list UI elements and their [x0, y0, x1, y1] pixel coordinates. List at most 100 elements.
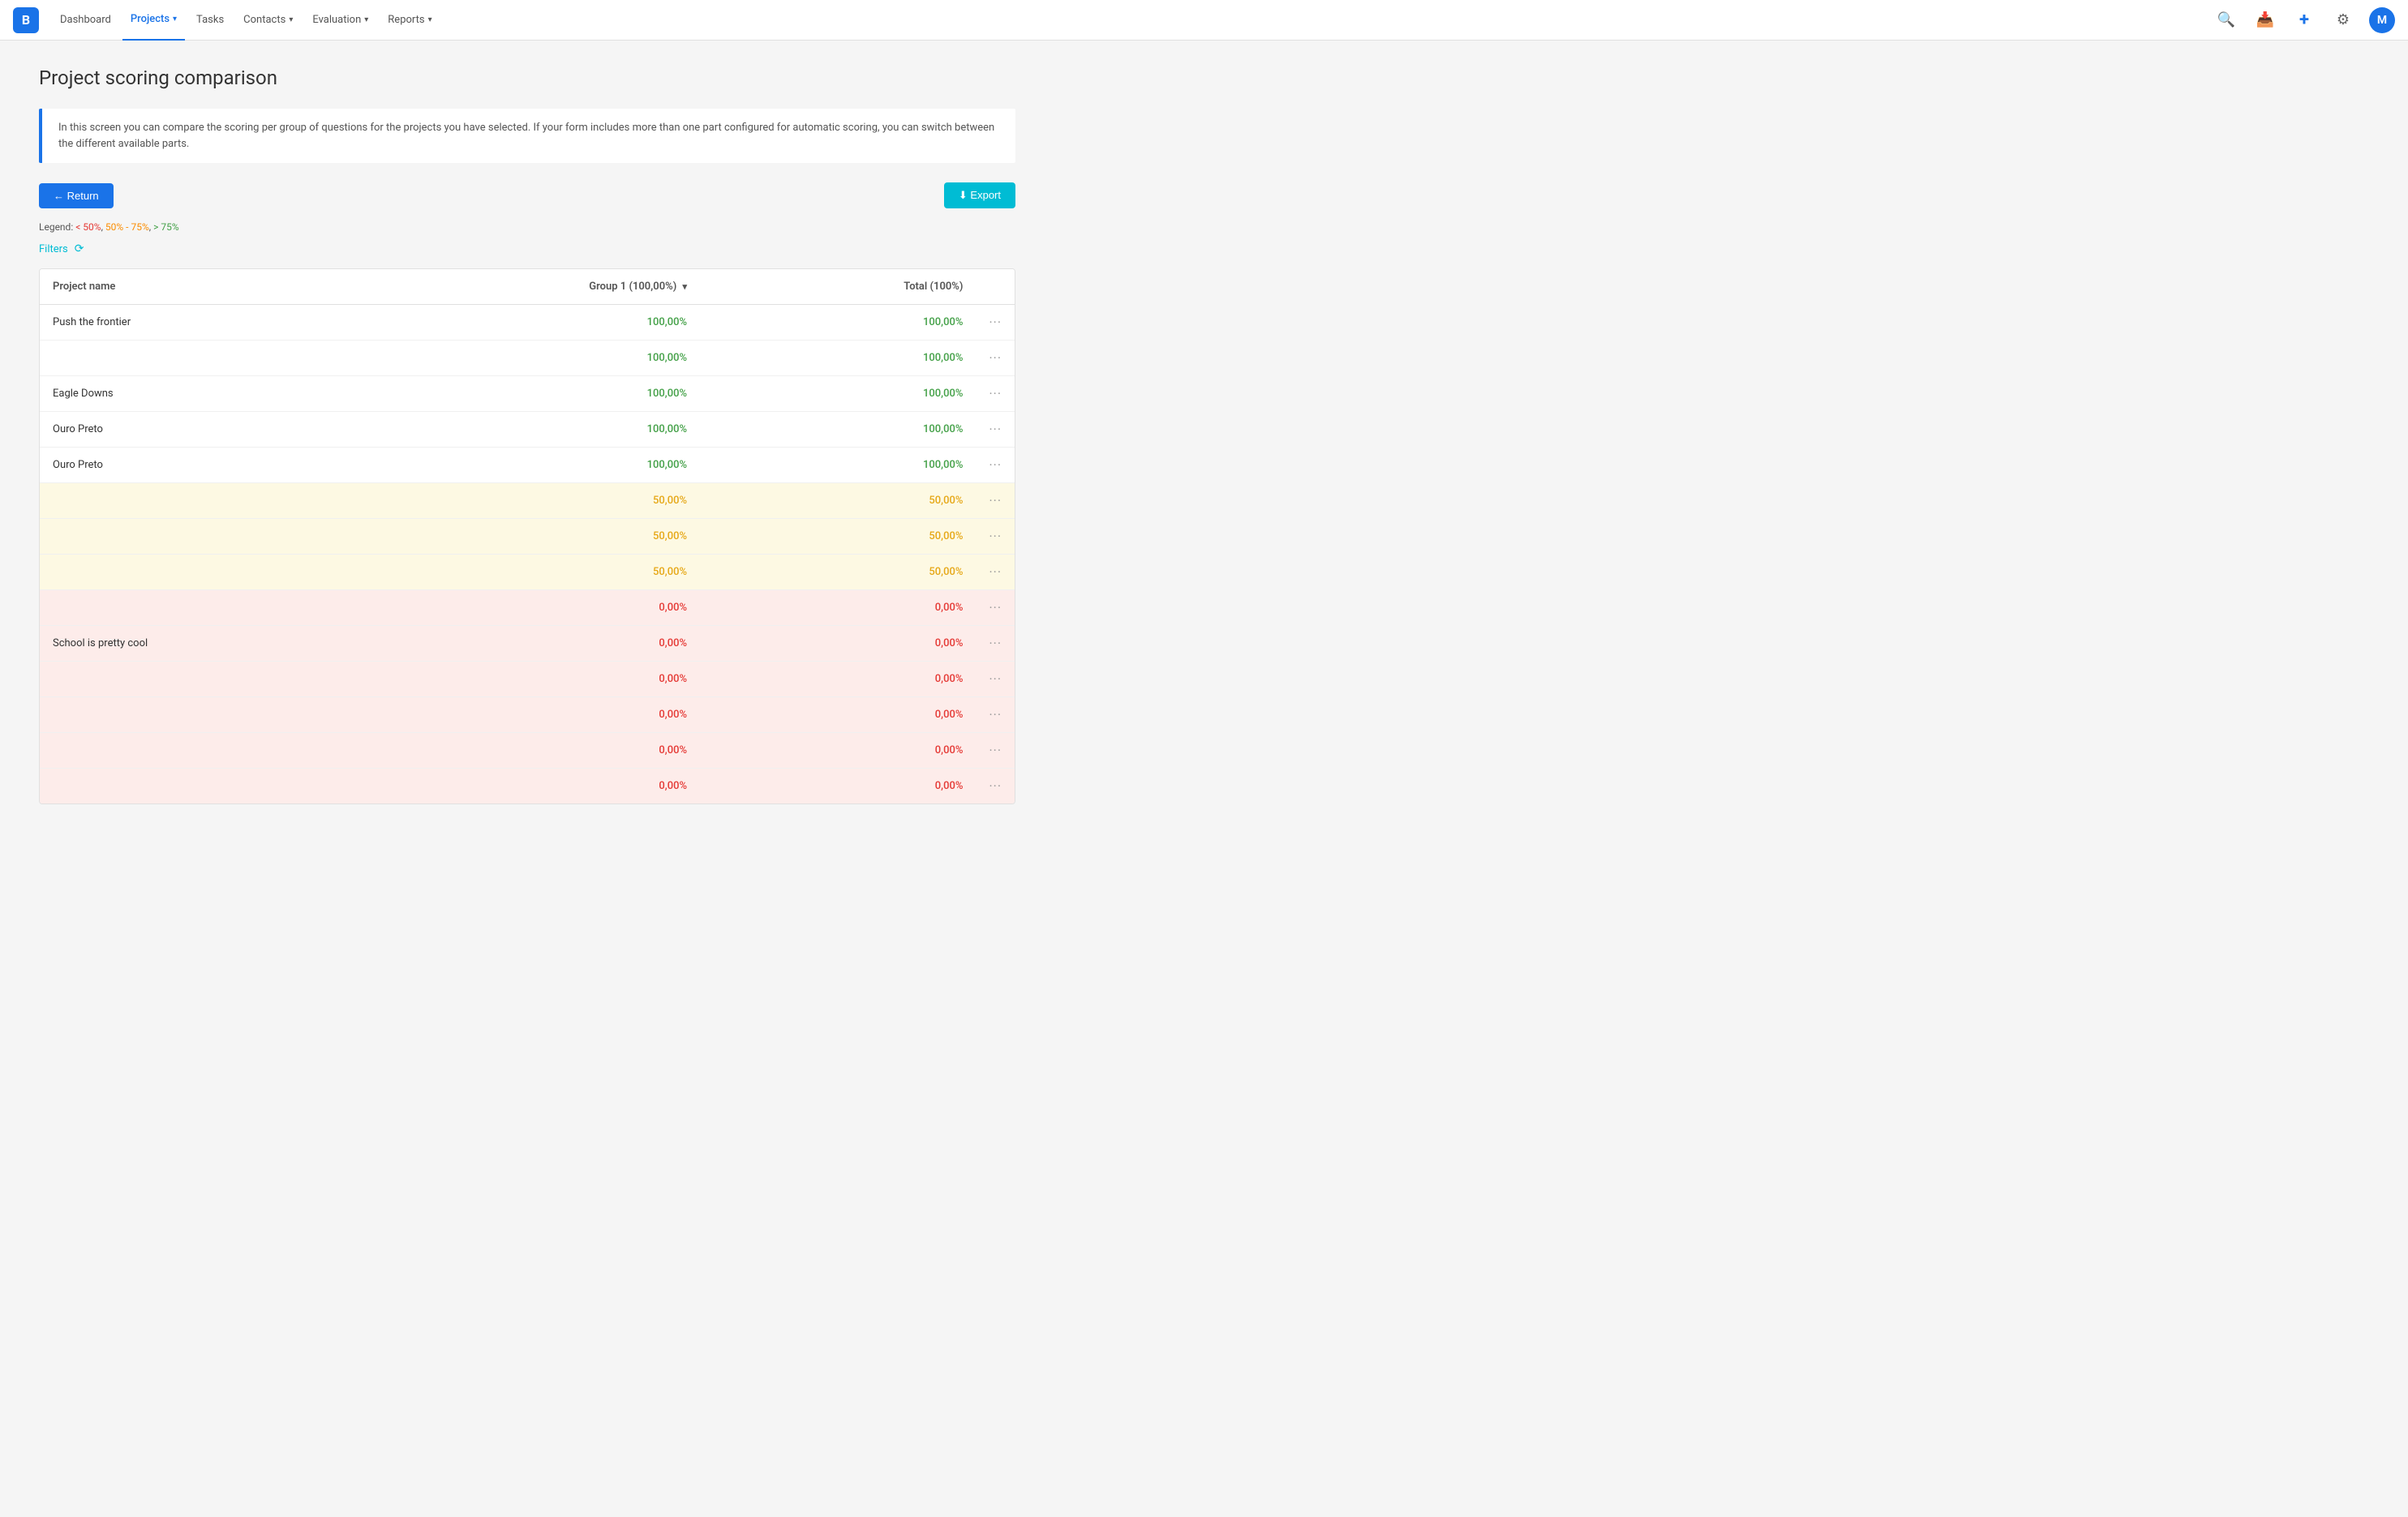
legend: Legend: < 50%, 50% - 75%, > 75% — [39, 221, 1015, 233]
table-row: Eagle Downs 100,00% 100,00% ··· — [40, 376, 1015, 412]
row-total-score: 100,00% — [700, 305, 976, 341]
row-total-score: 0,00% — [700, 662, 976, 697]
scores-table: Project name Group 1 (100,00%) ▾ Total (… — [40, 269, 1015, 803]
row-total-score: 0,00% — [700, 733, 976, 769]
return-button[interactable]: ← Return — [39, 183, 114, 208]
row-name — [40, 483, 299, 519]
table-row: 100,00% 100,00% ··· — [40, 341, 1015, 376]
nav-tasks[interactable]: Tasks — [188, 0, 232, 41]
row-actions-menu[interactable]: ··· — [976, 448, 1015, 483]
reports-dropdown-arrow: ▾ — [428, 15, 432, 24]
row-name: Ouro Preto — [40, 412, 299, 448]
col-header-group[interactable]: Group 1 (100,00%) ▾ — [299, 269, 700, 305]
row-total-score: 0,00% — [700, 697, 976, 733]
row-actions-menu[interactable]: ··· — [976, 376, 1015, 412]
table-header-row: Project name Group 1 (100,00%) ▾ Total (… — [40, 269, 1015, 305]
row-total-score: 50,00% — [700, 519, 976, 555]
app-logo[interactable]: B — [13, 7, 39, 33]
add-icon[interactable]: + — [2291, 7, 2317, 33]
row-total-score: 0,00% — [700, 590, 976, 626]
row-total-score: 100,00% — [700, 376, 976, 412]
row-group-score: 50,00% — [299, 519, 700, 555]
row-name — [40, 341, 299, 376]
legend-low: < 50% — [75, 221, 101, 233]
nav-icons: 🔍 📥 + ⚙ M — [2213, 7, 2395, 33]
table-row: School is pretty cool 0,00% 0,00% ··· — [40, 626, 1015, 662]
export-button[interactable]: ⬇ Export — [944, 182, 1015, 208]
row-actions-menu[interactable]: ··· — [976, 341, 1015, 376]
row-name — [40, 555, 299, 590]
col-group-sort-arrow: ▾ — [683, 281, 688, 292]
row-actions-menu[interactable]: ··· — [976, 305, 1015, 341]
projects-dropdown-arrow: ▾ — [173, 15, 177, 24]
row-actions-menu[interactable]: ··· — [976, 555, 1015, 590]
row-name — [40, 733, 299, 769]
contacts-dropdown-arrow: ▾ — [289, 15, 293, 24]
nav-reports[interactable]: Reports ▾ — [380, 0, 440, 41]
nav-dashboard[interactable]: Dashboard — [52, 0, 119, 41]
table-row: 0,00% 0,00% ··· — [40, 590, 1015, 626]
table-row: 0,00% 0,00% ··· — [40, 733, 1015, 769]
page-title: Project scoring comparison — [39, 66, 1015, 89]
row-group-score: 0,00% — [299, 626, 700, 662]
row-total-score: 0,00% — [700, 626, 976, 662]
row-group-score: 0,00% — [299, 590, 700, 626]
nav-contacts[interactable]: Contacts ▾ — [235, 0, 301, 41]
row-actions-menu[interactable]: ··· — [976, 697, 1015, 733]
row-total-score: 50,00% — [700, 483, 976, 519]
row-total-score: 100,00% — [700, 341, 976, 376]
row-name — [40, 519, 299, 555]
settings-icon[interactable]: ⚙ — [2330, 7, 2356, 33]
filters-refresh-icon[interactable]: ⟳ — [75, 242, 84, 255]
row-group-score: 100,00% — [299, 412, 700, 448]
evaluation-dropdown-arrow: ▾ — [364, 15, 368, 24]
row-name — [40, 590, 299, 626]
col-header-name: Project name — [40, 269, 299, 305]
table-row: Push the frontier 100,00% 100,00% ··· — [40, 305, 1015, 341]
filters-row: Filters ⟳ — [39, 242, 1015, 255]
nav-projects[interactable]: Projects ▾ — [122, 0, 185, 41]
row-total-score: 50,00% — [700, 555, 976, 590]
row-name — [40, 697, 299, 733]
row-actions-menu[interactable]: ··· — [976, 590, 1015, 626]
row-name: Eagle Downs — [40, 376, 299, 412]
row-group-score: 0,00% — [299, 697, 700, 733]
search-icon[interactable]: 🔍 — [2213, 7, 2239, 33]
avatar[interactable]: M — [2369, 7, 2395, 33]
table-row: 50,00% 50,00% ··· — [40, 555, 1015, 590]
row-actions-menu[interactable]: ··· — [976, 626, 1015, 662]
row-name: Push the frontier — [40, 305, 299, 341]
row-actions-menu[interactable]: ··· — [976, 412, 1015, 448]
inbox-icon[interactable]: 📥 — [2252, 7, 2278, 33]
row-total-score: 100,00% — [700, 412, 976, 448]
row-group-score: 0,00% — [299, 662, 700, 697]
row-total-score: 100,00% — [700, 448, 976, 483]
row-name: Ouro Preto — [40, 448, 299, 483]
table-row: Ouro Preto 100,00% 100,00% ··· — [40, 448, 1015, 483]
row-actions-menu[interactable]: ··· — [976, 769, 1015, 804]
table-row: 0,00% 0,00% ··· — [40, 662, 1015, 697]
table-row: Ouro Preto 100,00% 100,00% ··· — [40, 412, 1015, 448]
table-row: 0,00% 0,00% ··· — [40, 697, 1015, 733]
row-group-score: 50,00% — [299, 483, 700, 519]
toolbar: ← Return ⬇ Export — [39, 182, 1015, 208]
row-actions-menu[interactable]: ··· — [976, 483, 1015, 519]
row-group-score: 100,00% — [299, 341, 700, 376]
legend-mid: 50% - 75% — [105, 221, 149, 233]
row-actions-menu[interactable]: ··· — [976, 662, 1015, 697]
row-name — [40, 662, 299, 697]
info-box: In this screen you can compare the scori… — [39, 109, 1015, 163]
row-actions-menu[interactable]: ··· — [976, 519, 1015, 555]
row-name — [40, 769, 299, 804]
nav-evaluation[interactable]: Evaluation ▾ — [304, 0, 376, 41]
table-row: 0,00% 0,00% ··· — [40, 769, 1015, 804]
row-name: School is pretty cool — [40, 626, 299, 662]
row-group-score: 50,00% — [299, 555, 700, 590]
row-total-score: 0,00% — [700, 769, 976, 804]
navbar: B Dashboard Projects ▾ Tasks Contacts ▾ … — [0, 0, 2408, 41]
main-content: Project scoring comparison In this scree… — [0, 41, 1054, 830]
row-group-score: 100,00% — [299, 448, 700, 483]
row-actions-menu[interactable]: ··· — [976, 733, 1015, 769]
filters-label[interactable]: Filters — [39, 243, 68, 255]
table-row: 50,00% 50,00% ··· — [40, 483, 1015, 519]
